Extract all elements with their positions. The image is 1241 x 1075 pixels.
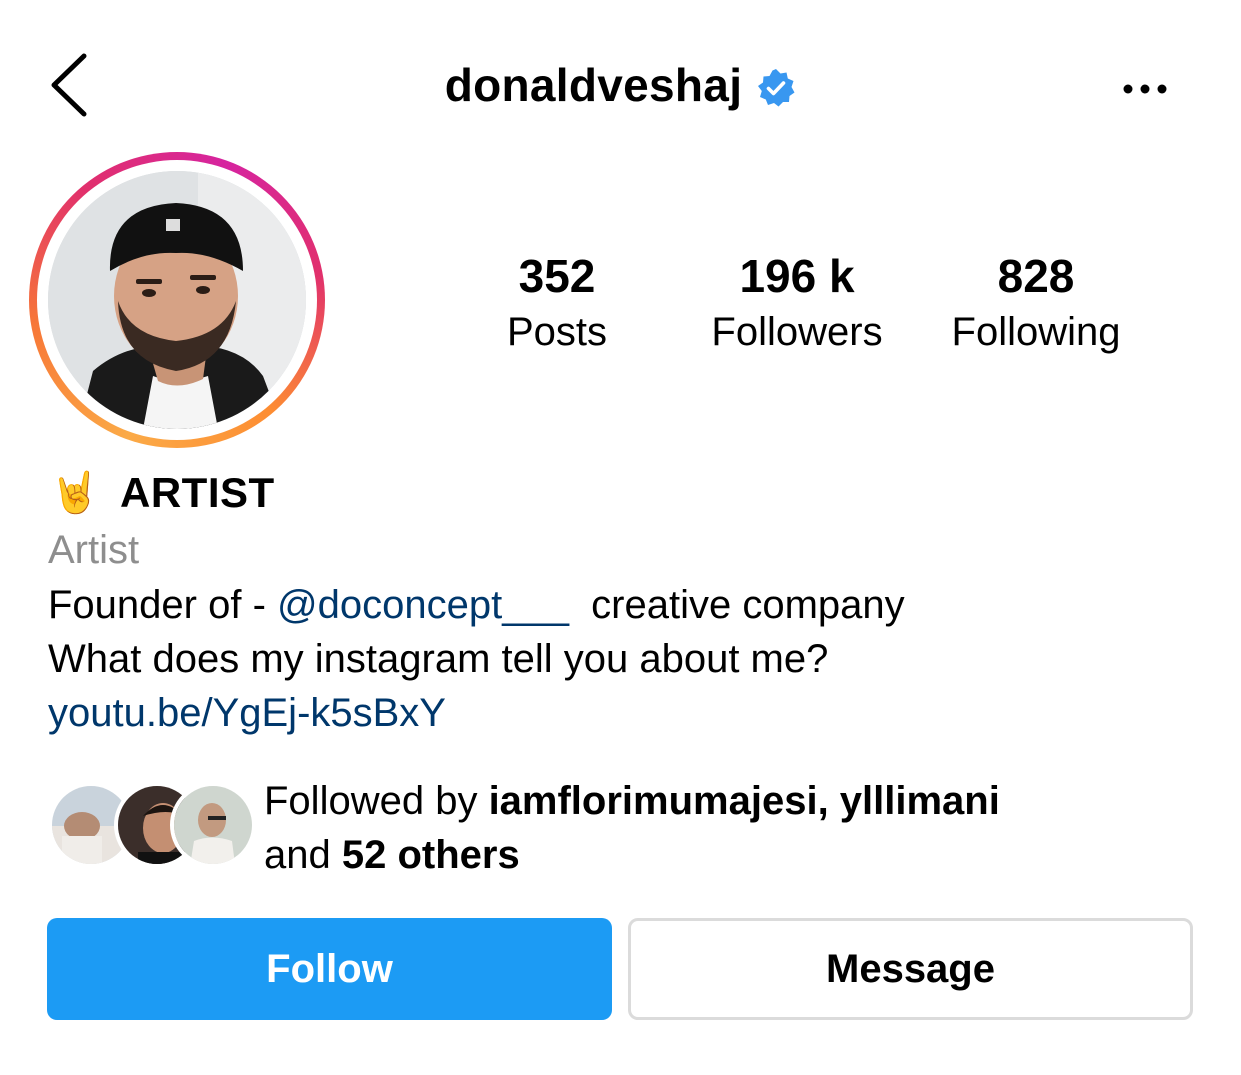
verified-badge-icon: [758, 69, 795, 107]
followed-by-names: iamflorimumajesi, ylllimani: [488, 779, 1000, 823]
stat-followers-label: Followers: [711, 310, 883, 354]
rock-on-emoji-icon: 🤘: [50, 471, 100, 515]
stat-posts-label: Posts: [506, 310, 608, 354]
followed-by-others: 52 others: [341, 833, 520, 877]
bio-mention-link[interactable]: @doconcept___: [277, 583, 569, 627]
mutual-followers-avatars[interactable]: [48, 782, 256, 872]
stat-following[interactable]: 828 Following: [930, 250, 1142, 358]
followed-by-and: and: [264, 833, 342, 877]
stat-followers-value: 196 k: [739, 250, 855, 302]
stat-posts-value: 352: [518, 250, 596, 302]
bio-line-2: What does my instagram tell you about me…: [48, 637, 829, 681]
profile-page: donaldveshaj 352 Posts 196 k Followers 8…: [0, 0, 1241, 1075]
bio-line-1: Founder of - @doconcept___ creative comp…: [48, 580, 905, 630]
stat-following-value: 828: [997, 250, 1075, 302]
header-title: donaldveshaj: [0, 58, 1241, 112]
profile-photo: [48, 171, 306, 429]
profile-username: donaldveshaj: [444, 59, 743, 111]
stat-followers[interactable]: 196 k Followers: [687, 250, 907, 358]
bio-website-link[interactable]: youtu.be/YgEj-k5sBxY: [48, 688, 446, 738]
followed-by-prefix: Followed by: [264, 779, 489, 823]
story-ring[interactable]: [29, 152, 325, 448]
bio-line-1-suffix: creative company: [568, 583, 905, 627]
bio-title: 🤘 ARTIST: [50, 468, 275, 518]
display-name: ARTIST: [120, 469, 275, 516]
follow-button[interactable]: Follow: [47, 918, 612, 1020]
bio-line-1-prefix: Founder of -: [48, 583, 278, 627]
message-button[interactable]: Message: [628, 918, 1193, 1020]
followed-by-line-1: Followed by iamflorimumajesi, ylllimani: [264, 774, 1000, 828]
stat-following-label: Following: [951, 310, 1121, 354]
profile-avatar[interactable]: [48, 171, 306, 429]
profile-category: Artist: [48, 528, 140, 572]
stat-posts[interactable]: 352 Posts: [477, 250, 637, 358]
followed-by-line-2: and 52 others: [264, 828, 1000, 882]
more-horizontal-icon: [1123, 84, 1167, 94]
more-options-button[interactable]: [1116, 74, 1176, 104]
followed-by-text[interactable]: Followed by iamflorimumajesi, ylllimani …: [264, 774, 1000, 882]
mutual-avatar-3: [170, 782, 256, 868]
